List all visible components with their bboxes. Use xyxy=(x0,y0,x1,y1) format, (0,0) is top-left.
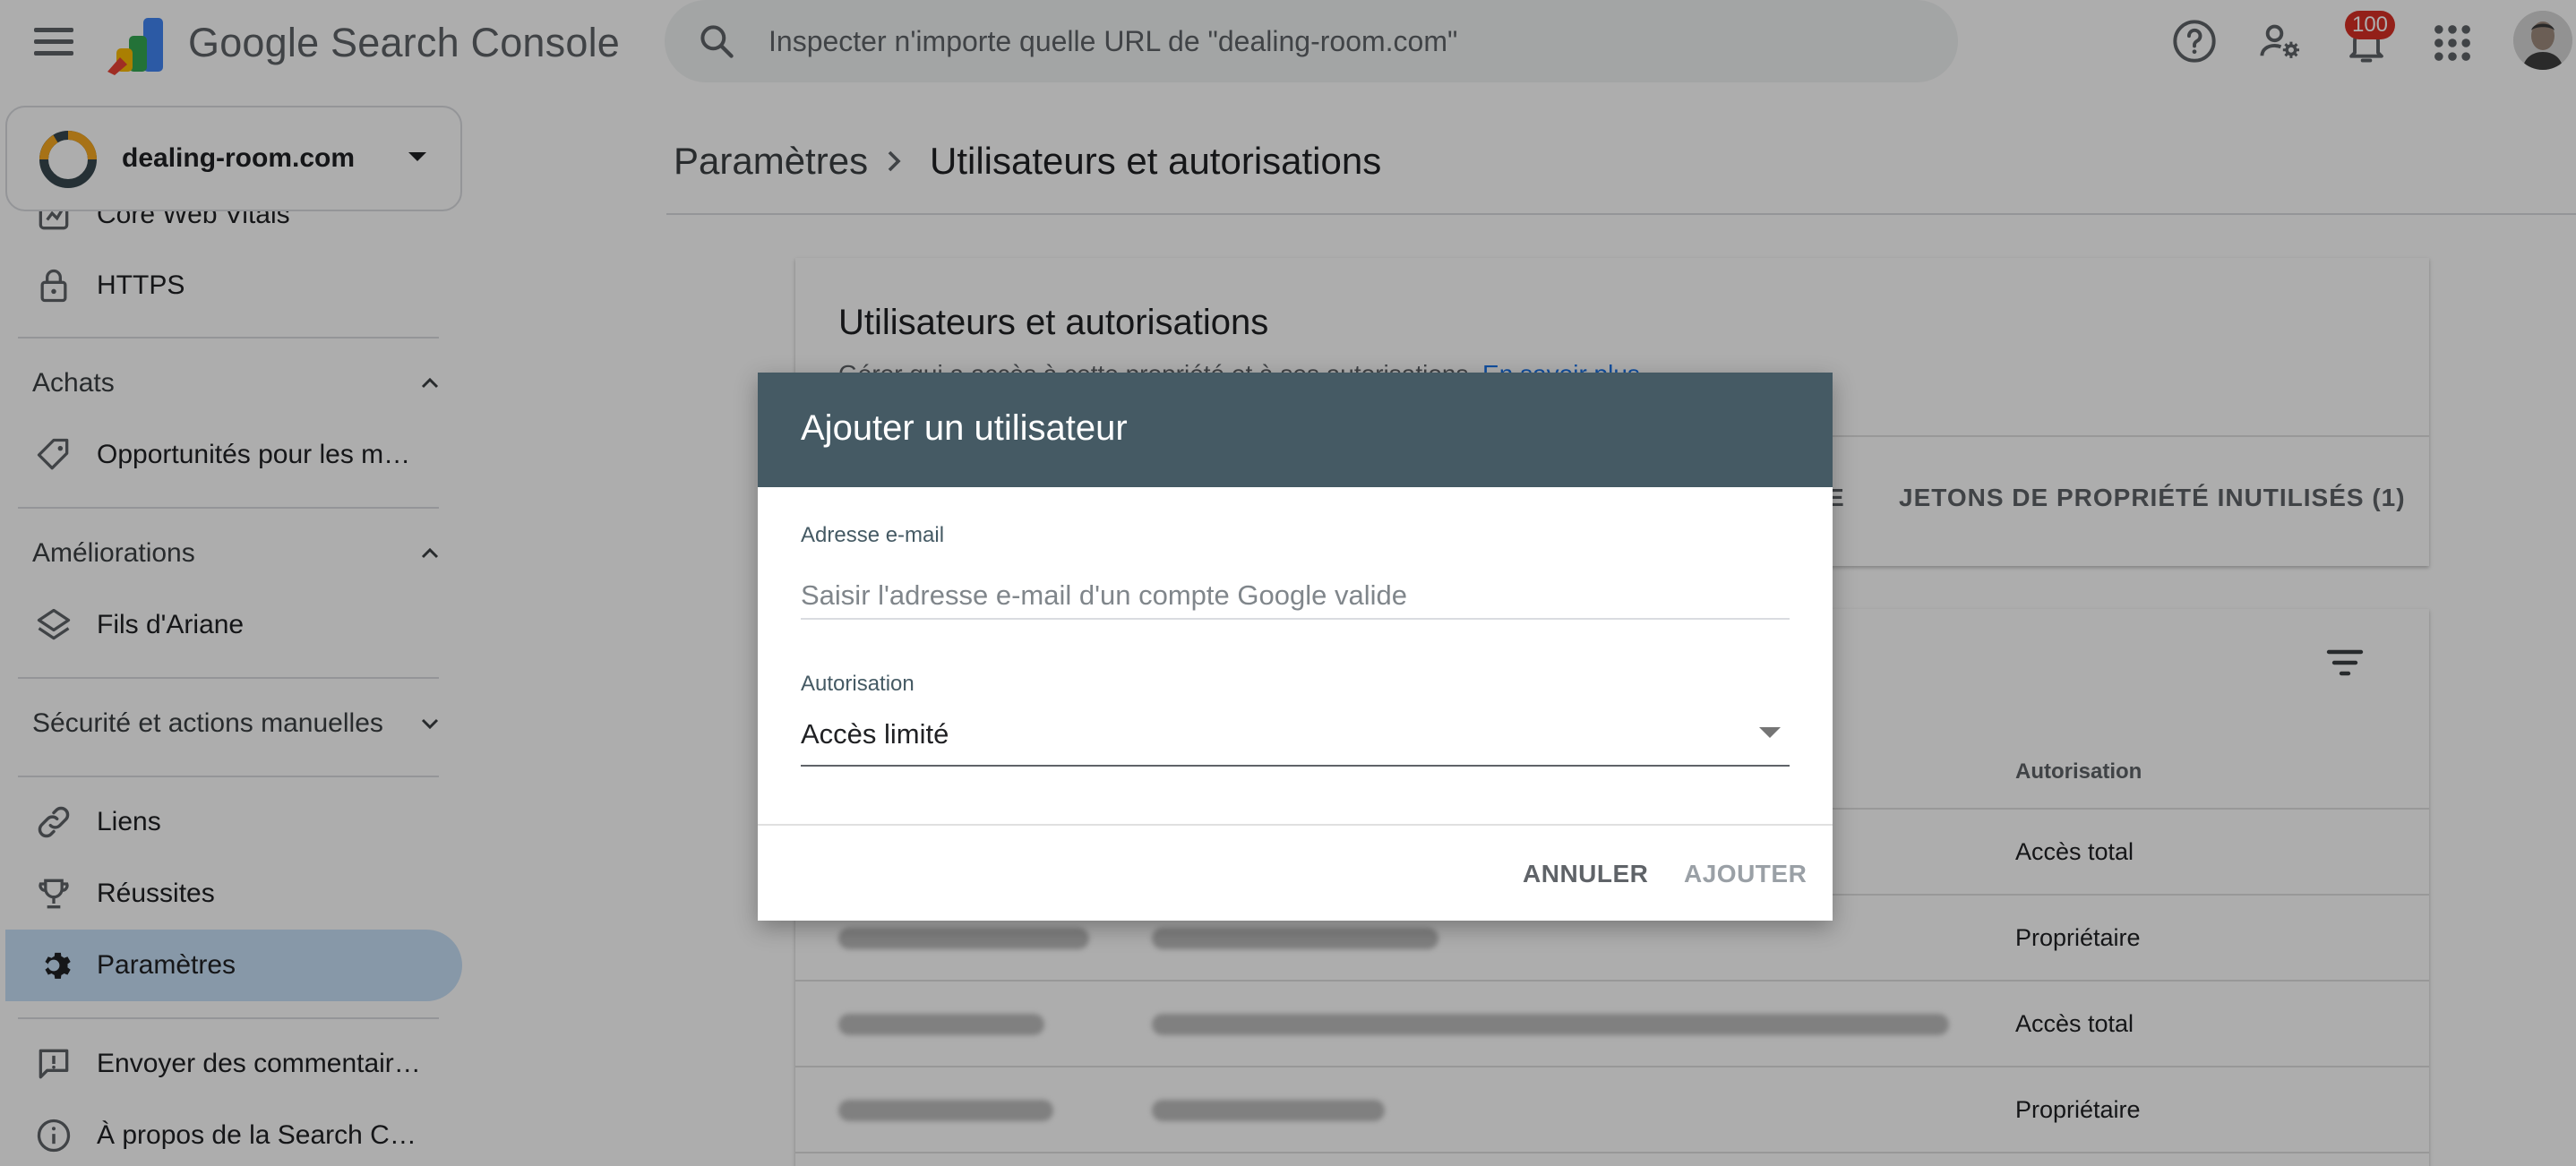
email-field-label: Adresse e-mail xyxy=(801,523,945,547)
dropdown-arrow-icon[interactable] xyxy=(1759,727,1781,738)
add-user-button[interactable]: AJOUTER xyxy=(1684,853,1807,896)
dialog-actions-divider xyxy=(758,824,1833,826)
email-field[interactable] xyxy=(801,573,1790,620)
cancel-button[interactable]: ANNULER xyxy=(1523,853,1648,896)
permission-select[interactable] xyxy=(801,709,1790,767)
permission-select-value[interactable]: Accès limité xyxy=(801,718,949,750)
dialog-title: Ajouter un utilisateur xyxy=(801,408,1128,448)
permission-field-label: Autorisation xyxy=(801,672,914,696)
